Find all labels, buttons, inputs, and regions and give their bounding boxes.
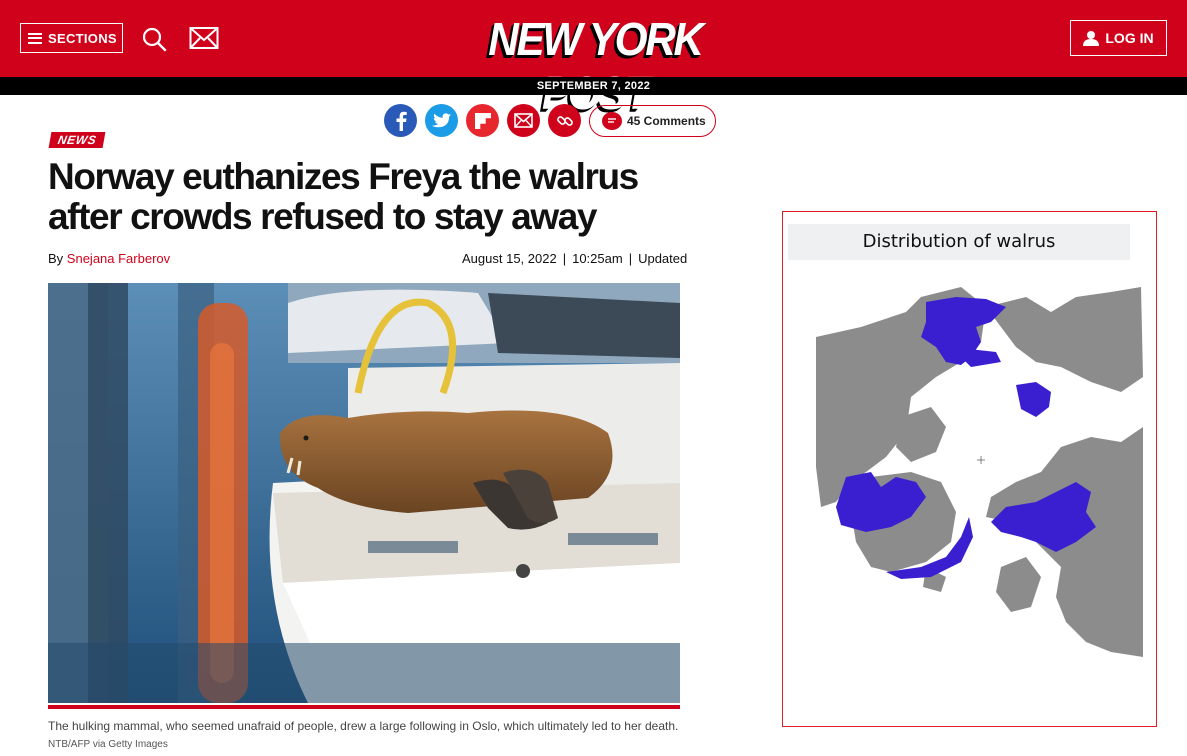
arctic-map [816,287,1143,657]
photo-divider [48,705,680,709]
login-button[interactable]: LOG IN [1070,20,1167,56]
walrus-photo-illustration [48,283,680,703]
user-icon [1083,31,1100,46]
sections-button[interactable]: SECTIONS [20,23,123,53]
comments-button[interactable]: 45 Comments [589,104,716,137]
comment-bubble-icon [602,111,622,130]
walrus-distribution-map: Distribution of walrus [782,211,1157,727]
publish-date: August 15, 2022 [462,251,557,266]
article-headline: Norway euthanizes Freya the walrus after… [48,156,639,237]
twitter-share-button[interactable] [425,104,458,137]
date-bar: SEPTEMBER 7, 2022 [0,77,1187,95]
date-separator: | [628,251,633,266]
sections-label: SECTIONS [48,30,117,46]
dateline: August 15, 2022 | 10:25am | Updated [462,251,687,266]
article-photo[interactable] [48,283,680,703]
flipboard-share-button[interactable] [466,104,499,137]
site-header: SECTIONS NEW YORK POST LOG IN [0,0,1187,119]
hamburger-icon [28,32,42,44]
photo-credit: NTB/AFP via Getty Images [48,739,168,750]
twitter-icon [432,112,451,127]
share-bar: 45 Comments [384,104,716,137]
copy-link-button[interactable] [548,104,581,137]
flipboard-icon [474,112,491,129]
comments-count: 45 Comments [627,113,706,128]
facebook-icon [396,111,407,131]
email-icon [514,113,533,128]
login-label: LOG IN [1105,30,1154,46]
link-icon [556,115,573,126]
publish-time: 10:25am [572,251,623,266]
byline: By Snejana Farberov [48,251,170,266]
search-icon[interactable] [141,26,167,52]
date-separator: | [562,251,567,266]
updated-toggle[interactable]: Updated [638,251,687,266]
section-kicker[interactable]: NEWS [48,132,106,148]
map-title: Distribution of walrus [788,224,1130,260]
author-link[interactable]: Snejana Farberov [67,251,170,266]
facebook-share-button[interactable] [384,104,417,137]
email-share-button[interactable] [507,104,540,137]
north-pole-marker [977,456,985,464]
byline-prefix: By [48,251,64,266]
site-logo[interactable]: NEW YORK POST [428,12,762,119]
photo-caption: The hulking mammal, who seemed unafraid … [48,719,679,733]
mail-icon[interactable] [189,26,219,50]
